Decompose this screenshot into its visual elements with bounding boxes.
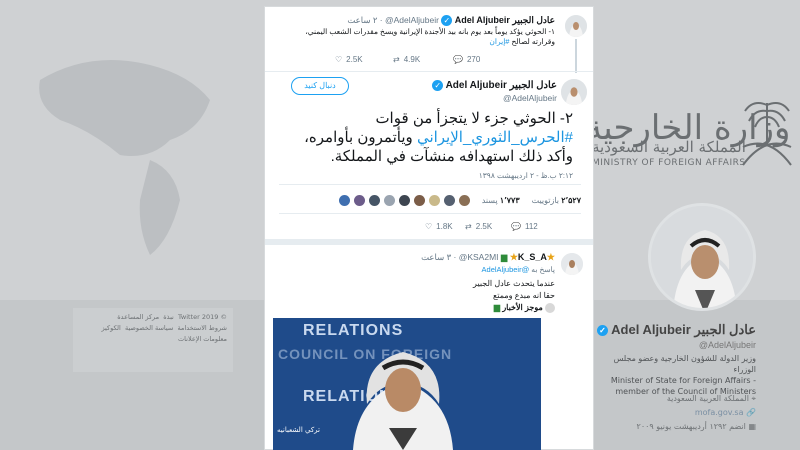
star-icon: ★ [546, 252, 555, 262]
retweet-icon: ⇄ [393, 55, 400, 64]
user-avatar-icon [565, 15, 587, 37]
saudi-flag-icon: ▆ [500, 252, 508, 262]
liker-avatar[interactable] [443, 194, 455, 206]
like-button[interactable]: ♡ 2.5K [335, 55, 393, 64]
tweet-text: ٢- الحوثي جزء لا يتجزأ من قوات #الحرس_ال… [273, 109, 573, 166]
divider [279, 213, 581, 214]
thread-tweet-previous[interactable]: ٢ ساعت · @AdelAljubeir ✓ Adel Aljubeir ع… [265, 7, 593, 73]
profile-bio: وزير الدولة للشؤون الخارجية وعضو مجلس ال… [598, 353, 756, 397]
profile-location: ⌖ المملكة العربية السعودية [666, 394, 756, 403]
liker-avatar[interactable] [398, 194, 410, 206]
calendar-icon: ▦ [748, 422, 756, 431]
liker-avatar[interactable] [428, 194, 440, 206]
main-tweet: ✓ Adel Aljubeir عادل الجبير @AdelAljubei… [265, 71, 593, 239]
thread-line [575, 39, 577, 73]
heart-icon: ♡ [335, 55, 343, 64]
reply-to: پاسخ به @AdelAljubeir [481, 265, 555, 274]
tweet-timestamp[interactable]: ٢:١٢ ب.ظ - ٢ اردیبهشت ۱۳۹۸ [273, 171, 573, 180]
heart-icon: ♡ [425, 222, 433, 231]
verified-badge-icon: ✓ [597, 325, 608, 337]
reply-to-link[interactable]: @AdelAljubeir [482, 265, 530, 274]
quoted-source[interactable]: موجز الأخبار ▆ [494, 303, 555, 313]
tweet-header: ٢ ساعت · @AdelAljubeir ✓ Adel Aljubeir ع… [347, 15, 555, 27]
footer-link-cookies[interactable]: الكوكيز [101, 324, 120, 332]
link-icon: 🔗 [746, 408, 756, 417]
saudi-flag-icon: ▆ [493, 303, 501, 313]
verified-badge-icon: ✓ [441, 15, 453, 27]
tweet-time[interactable]: ٣ ساعت [421, 252, 451, 262]
retweet-count-stat[interactable]: ۲٬۵۲۷ بازتوییت [532, 196, 581, 205]
reply-button[interactable]: 💬 112 [511, 222, 551, 231]
follow-button[interactable]: دنبال کنید [291, 77, 349, 95]
tweet-time[interactable]: ٢ ساعت [347, 15, 377, 25]
tweet-actions: ♡ 2.5K ⇄ 4.9K 💬 270 [335, 55, 503, 64]
tweet-handle[interactable]: @AdelAljubeir [385, 15, 439, 25]
likers-avatars [335, 194, 470, 206]
profile-bio-ar: وزير الدولة للشؤون الخارجية وعضو مجلس ال… [613, 354, 756, 374]
engagement-stats: ۲٬۵۲۷ بازتوییت ۱٬۷۷۳ پسند [279, 189, 581, 211]
tweet-actions: ♡ 1.8K ⇄ 2.5K 💬 112 [425, 222, 551, 231]
tweet-header: ٣ ساعت · @KSA2MI ▆ ★K_S_A★ [421, 252, 555, 262]
avatar[interactable] [561, 79, 587, 105]
hashtag-link[interactable]: #الحرس_الثوري_الإيراني [417, 129, 573, 146]
liker-avatar[interactable] [368, 194, 380, 206]
like-count-stat[interactable]: ۱٬۷۷۳ پسند [482, 196, 520, 205]
profile-website[interactable]: 🔗 mofa.gov.sa [620, 408, 756, 417]
speaker-figure-icon [353, 352, 453, 450]
footer-links: © 2019 Twitter نبذة مركز المساعدة شروط ا… [73, 308, 233, 372]
news-avatar-icon [545, 303, 555, 313]
tweet-line-1: ٢- الحوثي جزء لا يتجزأ من قوات [375, 110, 573, 127]
tweet-line-3: وأكد ذلك استهدافه منشآت في المملكة. [330, 148, 573, 165]
video-thumbnail[interactable]: RELATIONS COUNCIL ON FOREIGN RELATIONS ت… [273, 318, 541, 450]
ministry-arabic-subtitle: المملكة العربية السعودية [592, 138, 746, 156]
ministry-english-title: MINISTRY OF FOREIGN AFFAIRS [592, 158, 746, 168]
profile-name: ✓ Adel Aljubeir عادل الجبير [597, 322, 756, 338]
tweet-author-name[interactable]: Adel Aljubeir عادل الجبير [455, 15, 555, 25]
avatar[interactable] [565, 15, 587, 37]
liker-avatar[interactable] [353, 194, 365, 206]
star-icon: ★ [509, 252, 518, 262]
liker-avatar[interactable] [458, 194, 470, 206]
footer-link-privacy[interactable]: سياسة الخصوصية [125, 324, 173, 332]
footer-link-terms[interactable]: شروط الاستخدامة [177, 324, 227, 332]
tweet-text: عندما يتحدث عادل الجبير حقا انه مبدع ومم… [473, 279, 555, 300]
reply-icon: 💬 [453, 55, 463, 64]
hashtag-link[interactable]: #إيران [489, 37, 509, 46]
liker-avatar[interactable] [383, 194, 395, 206]
verified-badge-icon: ✓ [432, 80, 444, 92]
retweet-button[interactable]: ⇄ 2.5K [465, 222, 511, 231]
liker-avatar[interactable] [413, 194, 425, 206]
profile-handle[interactable]: @AdelAljubeir [699, 340, 756, 350]
saudi-emblem-icon [742, 102, 792, 166]
tweet-line-2: #الحرس_الثوري_الإيراني ويأتمرون بأوامره، [304, 129, 573, 146]
location-icon: ⌖ [751, 394, 756, 403]
tweet-text: ١- الحوثي يؤكد يوماً بعد يوم بانه بيد ال… [305, 27, 555, 46]
tweet-handle[interactable]: @AdelAljubeir [503, 93, 557, 103]
reply-button[interactable]: 💬 270 [453, 55, 503, 64]
video-caption: تركي الشعبانيه [277, 426, 320, 434]
footer-link-about[interactable]: نبذة [163, 313, 174, 321]
tweet-author-name[interactable]: Adel Aljubeir عادل الجبير [446, 80, 557, 91]
tweet-author-name[interactable]: ★K_S_A★ [510, 252, 555, 262]
divider [279, 184, 581, 185]
user-avatar-icon [561, 253, 583, 275]
retweet-icon: ⇄ [465, 222, 472, 231]
profile-avatar[interactable] [648, 203, 756, 311]
profile-joined: ▦ انضم ١٢٩٢ أرديبهشت يونيو ٢٠٠٩ [636, 422, 756, 431]
retweet-button[interactable]: ⇄ 4.9K [393, 55, 453, 64]
footer-link-help[interactable]: مركز المساعدة [117, 313, 159, 321]
reply-icon: 💬 [511, 222, 521, 231]
footer-link-ads[interactable]: معلومات الإعلانات [178, 335, 227, 343]
footer-copyright: © 2019 Twitter [178, 313, 227, 321]
avatar[interactable] [561, 253, 583, 275]
user-avatar-icon [561, 79, 587, 105]
tweet-header: ✓ Adel Aljubeir عادل الجبير [432, 80, 557, 92]
like-button[interactable]: ♡ 1.8K [425, 222, 465, 231]
liker-avatar[interactable] [338, 194, 350, 206]
tweet-handle[interactable]: @KSA2MI [459, 252, 499, 262]
